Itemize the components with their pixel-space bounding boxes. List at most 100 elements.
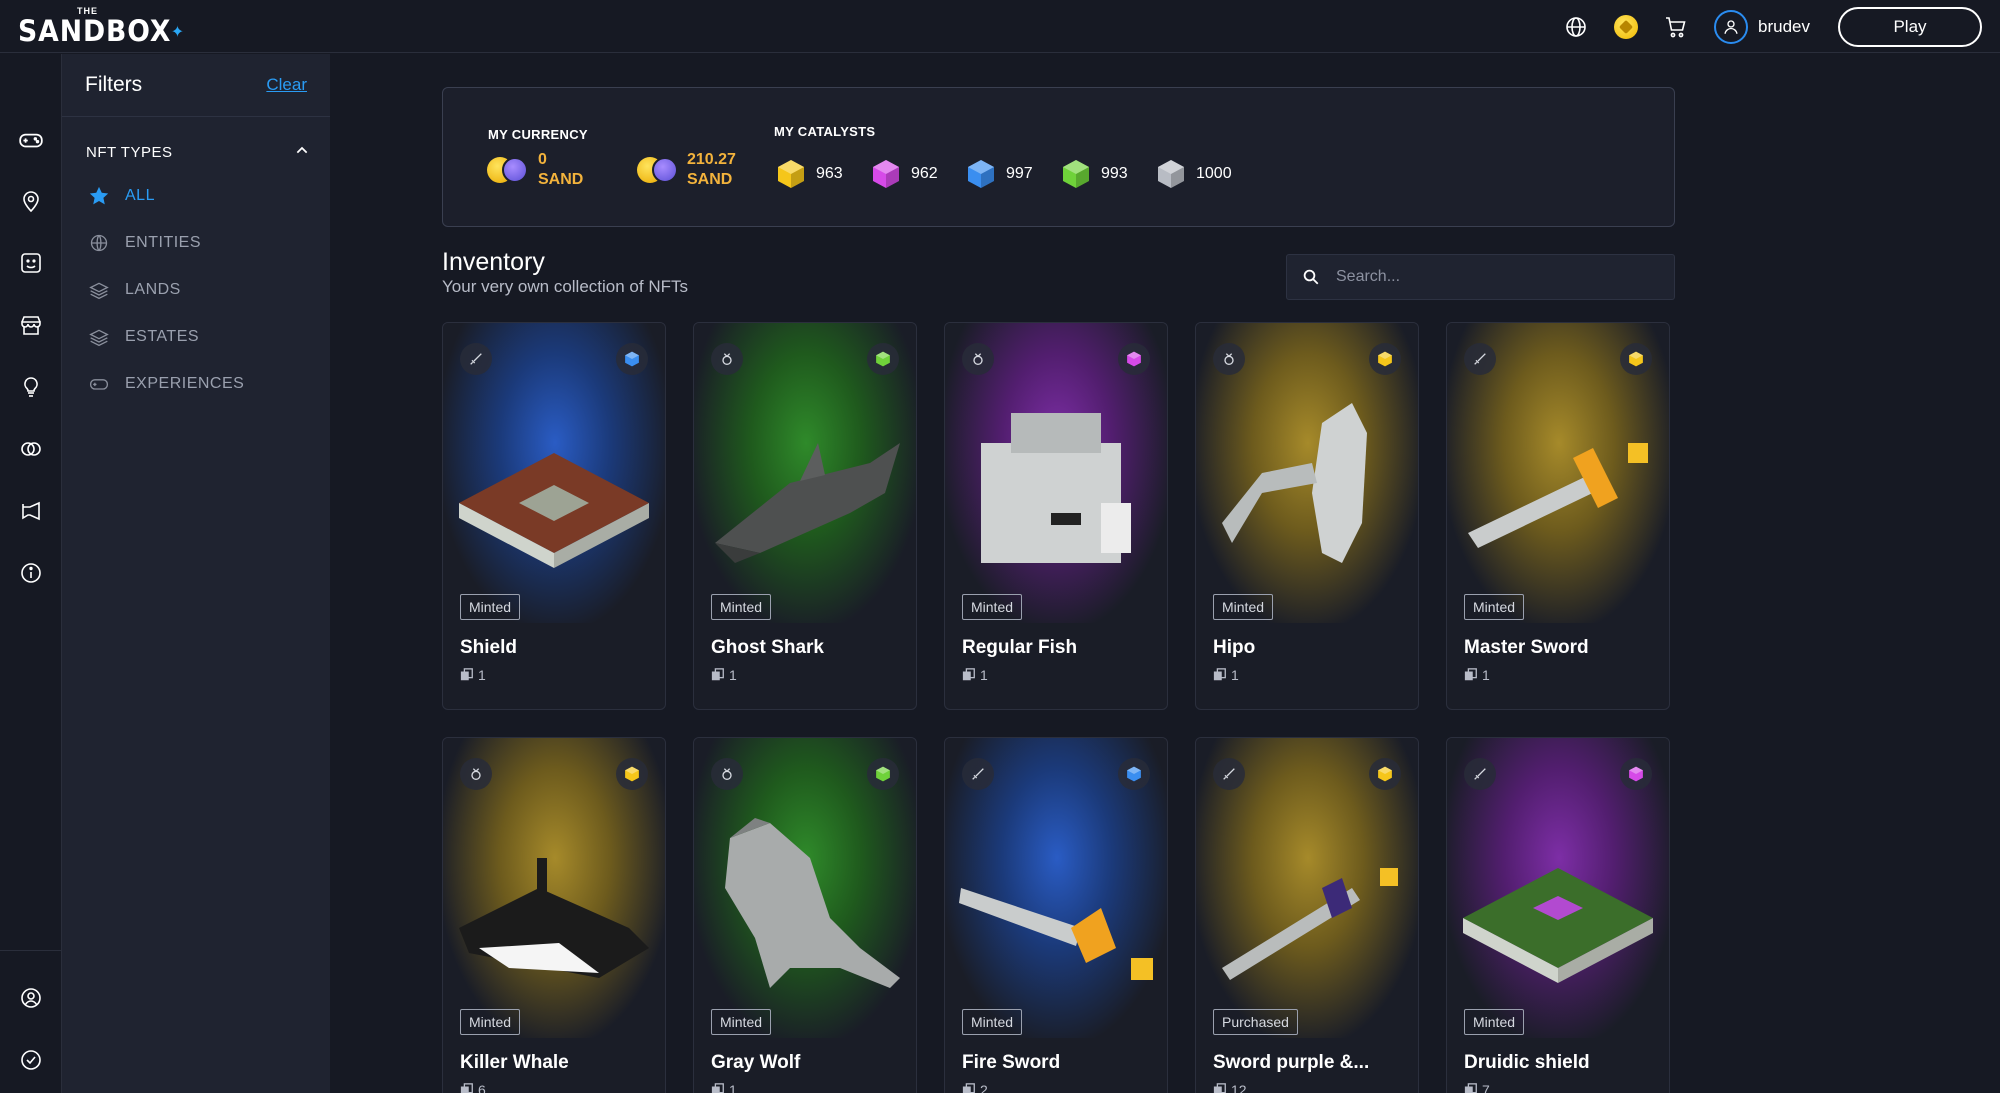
- chevron-up-icon: [294, 142, 310, 163]
- nft-card[interactable]: Minted Killer Whale 6: [442, 737, 666, 1093]
- nft-card[interactable]: Minted Ghost Shark 1: [693, 322, 917, 710]
- search-icon: [1302, 267, 1322, 287]
- filter-type-lands[interactable]: LANDS: [62, 266, 330, 313]
- nft-artwork: [1202, 778, 1412, 1008]
- nft-artwork: [700, 363, 910, 593]
- catalyst-count: 963: [816, 165, 843, 182]
- copies-icon: [711, 1083, 724, 1093]
- ring-icon: [962, 343, 994, 375]
- link-circles-icon[interactable]: [17, 435, 45, 463]
- logo-wordmark: SANDBOX: [18, 14, 172, 48]
- catalyst-count: 993: [1101, 165, 1128, 182]
- avatar-face-icon[interactable]: [17, 249, 45, 277]
- inventory-search[interactable]: [1286, 254, 1675, 300]
- clear-filters-link[interactable]: Clear: [266, 75, 307, 95]
- user-menu[interactable]: brudev: [1714, 10, 1810, 44]
- filter-type-estates[interactable]: ESTATES: [62, 313, 330, 360]
- map-pin-icon[interactable]: [17, 187, 45, 215]
- nft-card[interactable]: Minted Master Sword 1: [1446, 322, 1670, 710]
- entity-icon: [87, 231, 111, 255]
- catalyst-item: 1000: [1154, 157, 1232, 191]
- lightbulb-icon[interactable]: [17, 373, 45, 401]
- filters-header: Filters Clear: [62, 54, 330, 117]
- catalyst-gem-icon: [964, 157, 998, 191]
- filter-type-all[interactable]: ALL: [62, 172, 330, 219]
- status-badge: Minted: [711, 1009, 772, 1035]
- nft-artwork: [449, 363, 659, 593]
- status-badge: Minted: [460, 1009, 521, 1035]
- search-input[interactable]: [1336, 268, 1656, 286]
- user-avatar-icon: [1714, 10, 1749, 44]
- cart-icon[interactable]: [1662, 13, 1690, 41]
- logo-spark-icon: ✦: [170, 24, 185, 41]
- currency-balance: 0 SAND: [538, 150, 583, 190]
- sword-icon: [1213, 758, 1245, 790]
- catalyst-badge-icon: [867, 343, 899, 375]
- quantity-value: 1: [729, 1082, 737, 1093]
- sword-icon: [1464, 343, 1496, 375]
- catalyst-gem-icon: [1154, 157, 1188, 191]
- copies-icon: [1213, 1083, 1226, 1093]
- nft-name: Sword purple &...: [1213, 1052, 1370, 1073]
- copies-icon: [460, 668, 473, 681]
- nft-name: Fire Sword: [962, 1052, 1061, 1073]
- nft-quantity: 6: [460, 1082, 486, 1093]
- sword-icon: [962, 758, 994, 790]
- nft-quantity: 12: [1213, 1082, 1247, 1093]
- inventory-subtitle: Your very own collection of NFTs: [442, 277, 688, 296]
- catalyst-gem-icon: [869, 157, 903, 191]
- filter-type-experiences[interactable]: EXPERIENCES: [62, 360, 330, 407]
- nft-quantity: 1: [962, 667, 988, 683]
- gamepad-icon[interactable]: [17, 126, 45, 154]
- nft-card[interactable]: Minted Gray Wolf 1: [693, 737, 917, 1093]
- filter-type-label: ALL: [125, 186, 155, 204]
- star-icon: [87, 184, 111, 208]
- copies-icon: [1213, 668, 1226, 681]
- catalyst-item: 963: [774, 157, 843, 191]
- sand-coin-icon[interactable]: [1612, 13, 1640, 41]
- check-circle-icon[interactable]: [17, 1046, 45, 1074]
- nft-card[interactable]: Minted Shield 1: [442, 322, 666, 710]
- catalyst-badge-icon: [616, 343, 648, 375]
- nft-card[interactable]: Minted Fire Sword 2: [944, 737, 1168, 1093]
- rail-divider: [0, 950, 62, 951]
- nft-artwork: [449, 778, 659, 1008]
- ring-icon: [711, 758, 743, 790]
- catalyst-gem-icon: [1059, 157, 1093, 191]
- copies-icon: [962, 1083, 975, 1093]
- username: brudev: [1758, 17, 1810, 36]
- nft-types-section-toggle[interactable]: NFT TYPES: [62, 132, 330, 172]
- sandbox-logo[interactable]: THE SANDBOX ✦: [18, 6, 185, 48]
- my-catalysts-label: MY CATALYSTS: [774, 124, 876, 139]
- play-button[interactable]: Play: [1838, 7, 1982, 47]
- filter-type-label: ENTITIES: [125, 233, 202, 251]
- inventory-title: Inventory: [442, 248, 545, 276]
- nft-card[interactable]: Minted Druidic shield 7: [1446, 737, 1670, 1093]
- catalyst-count: 997: [1006, 165, 1033, 182]
- catalyst-badge-icon: [1369, 758, 1401, 790]
- nft-artwork: [1453, 778, 1663, 1008]
- marketplace-icon[interactable]: [17, 311, 45, 339]
- catalyst-item: 962: [869, 157, 938, 191]
- filters-panel: Filters Clear NFT TYPES ALL ENTITIES LAN…: [62, 54, 330, 1093]
- info-icon[interactable]: [17, 559, 45, 587]
- status-badge: Minted: [460, 594, 521, 620]
- nft-card[interactable]: Minted Regular Fish 1: [944, 322, 1168, 710]
- account-settings-icon[interactable]: [17, 984, 45, 1012]
- megaphone-icon[interactable]: [17, 497, 45, 525]
- top-bar: THE SANDBOX ✦ brudev Play: [0, 0, 2000, 53]
- nft-name: Master Sword: [1464, 637, 1589, 658]
- nft-card[interactable]: Minted Hipo 1: [1195, 322, 1419, 710]
- catalyst-item: 993: [1059, 157, 1128, 191]
- left-nav-rail: [0, 54, 62, 1093]
- nft-quantity: 1: [711, 667, 737, 683]
- nft-artwork: [951, 363, 1161, 593]
- nft-name: Druidic shield: [1464, 1052, 1590, 1073]
- globe-icon[interactable]: [1562, 13, 1590, 41]
- nft-name: Gray Wolf: [711, 1052, 801, 1073]
- nft-card[interactable]: Purchased Sword purple &... 12: [1195, 737, 1419, 1093]
- catalyst-badge-icon: [1118, 758, 1150, 790]
- catalyst-badge-icon: [1620, 343, 1652, 375]
- quantity-value: 1: [729, 667, 737, 683]
- filter-type-entities[interactable]: ENTITIES: [62, 219, 330, 266]
